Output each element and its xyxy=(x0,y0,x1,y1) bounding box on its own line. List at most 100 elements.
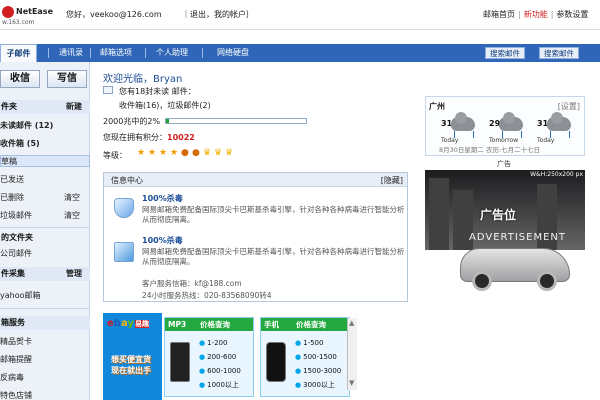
tab-mail-options[interactable]: 邮箱选项 xyxy=(94,44,138,62)
tab-mail[interactable]: 子邮件 xyxy=(0,44,37,62)
folder-unread-summary[interactable]: 收件箱(16)，垃圾邮件(2) xyxy=(119,100,211,111)
mp3-price-query[interactable]: 价格查询 xyxy=(200,318,230,331)
phone-price-range[interactable]: 500-1500 xyxy=(295,352,347,362)
weather-date: 8月30日星期二 农历:七月二十七日 xyxy=(439,146,541,154)
left-sidebar: 收信 写信 件夹 新建 未读邮件 (12) 收件箱 (5) 草稿 已发送 已删除… xyxy=(0,62,90,400)
compose-mail-button[interactable]: 写信 xyxy=(47,70,87,88)
trophy-icon: ♛ xyxy=(203,148,212,158)
info-center-header: 信息中心 [隐藏] xyxy=(104,173,407,187)
info-center-title: 信息中心 xyxy=(111,176,143,185)
sidebar-item-sent[interactable]: 已发送 xyxy=(0,174,90,186)
weather-city: 广州 xyxy=(429,102,445,111)
scroll-down-icon[interactable]: ▼ xyxy=(349,380,357,388)
tab-contacts[interactable]: 通讯录 xyxy=(52,44,90,62)
new-folder-button[interactable]: 新建 xyxy=(66,100,82,114)
sidebar-divider xyxy=(0,227,90,228)
trophy-icon: ♛ xyxy=(214,148,223,158)
info-center: 信息中心 [隐藏] 100%杀毒 网易邮箱免费配备国际顶尖卡巴斯基杀毒引擎，针对… xyxy=(103,172,408,302)
car-wheel xyxy=(537,271,557,291)
sidebar-item-mail-reminder[interactable]: 邮箱提醒 xyxy=(0,354,90,366)
antivirus-title[interactable]: 100%杀毒 xyxy=(142,193,183,204)
car-wheel xyxy=(472,271,492,291)
trophy-icon: ♛ xyxy=(225,148,234,158)
advertisement-banner[interactable]: W&H:250x200 px 广告位 ADVERTISEMENT xyxy=(425,170,585,300)
sidebar-item-company-mail[interactable]: 公司邮件 xyxy=(0,248,90,260)
mail-icon xyxy=(103,86,113,94)
top-header: NetEase w.163.com 您好，veekoo@126.com ｜退出，… xyxy=(0,0,600,30)
logout-account-links[interactable]: ｜退出，我的帐户｝ xyxy=(182,9,254,20)
mp3-price-range[interactable]: 600-1000 xyxy=(199,366,251,376)
nav-divider xyxy=(48,48,49,58)
star-icon: ★ xyxy=(159,148,168,158)
unread-mail-summary[interactable]: 您有18封未读 邮件： xyxy=(119,86,196,97)
mail-home-link[interactable]: 邮箱首页 xyxy=(483,10,515,19)
deleted-folder-label: 已删除 xyxy=(0,193,24,202)
sidebar-item-drafts[interactable]: 草稿 xyxy=(0,155,90,167)
empty-deleted-button[interactable]: 清空 xyxy=(64,192,80,204)
points-value: 10022 xyxy=(167,133,195,142)
star-icon: ★ xyxy=(137,148,146,158)
ebay-letter: b xyxy=(113,318,121,329)
price-query-promotions: ebay易趣 想买便宜货 现在就出手 MP3 价格查询 1-200 200-60… xyxy=(103,313,350,400)
netease-logo-icon xyxy=(2,6,14,18)
antivirus-title[interactable]: 100%杀毒 xyxy=(142,235,183,246)
weather-day: 29° Tomorrow xyxy=(489,112,524,147)
welcome-title: 欢迎光临，Bryan xyxy=(103,74,183,85)
sidebar-item-antivirus[interactable]: 反病毒 xyxy=(0,372,90,384)
main-navigation: 子邮件 通讯录 邮箱选项 个人助理 网络硬盘 搜索邮件 搜索邮件 xyxy=(0,44,600,62)
ad-headline: 广告位 xyxy=(480,208,517,222)
sidebar-item-deleted[interactable]: 已删除 清空 xyxy=(0,192,90,204)
weather-settings-link[interactable]: [设置] xyxy=(558,101,580,112)
receive-mail-button[interactable]: 收信 xyxy=(0,70,40,88)
ad-title: 广告 xyxy=(497,160,511,168)
netease-logo[interactable]: NetEase w.163.com xyxy=(2,4,58,26)
mp3-title: MP3 xyxy=(168,320,187,329)
user-greeting: 您好，veekoo@126.com xyxy=(66,10,162,19)
sidebar-item-unread[interactable]: 未读邮件 (12) xyxy=(0,120,90,132)
empty-spam-button[interactable]: 清空 xyxy=(64,210,80,222)
ebay-letter: y xyxy=(127,318,134,329)
mp3-price-range[interactable]: 1-200 xyxy=(199,338,251,348)
phone-title: 手机 xyxy=(264,320,279,329)
hide-info-button[interactable]: [隐藏] xyxy=(381,175,403,186)
ebay-slogan-line: 现在就出手 xyxy=(111,366,151,375)
points-line: 您现在拥有积分：10022 xyxy=(103,132,195,143)
mail-folders-title: 件夹 新建 xyxy=(0,100,90,114)
phone-price-query[interactable]: 价格查询 xyxy=(296,318,326,331)
ebay-chinese-label: 易趣 xyxy=(134,320,149,328)
ebay-promo[interactable]: ebay易趣 想买便宜货 现在就出手 xyxy=(103,313,162,400)
sidebar-item-featured-shops[interactable]: 特色店铺 xyxy=(0,390,90,400)
sidebar-item-inbox[interactable]: 收件箱 (5) xyxy=(0,138,90,150)
building-silhouette xyxy=(429,178,449,250)
new-features-link[interactable]: 新功能 xyxy=(524,10,548,19)
sidebar-item-spam[interactable]: 垃圾邮件 清空 xyxy=(0,210,90,222)
tab-personal-assistant[interactable]: 个人助理 xyxy=(150,44,194,62)
phone-price-range[interactable]: 3000以上 xyxy=(295,380,347,390)
settings-link[interactable]: 参数设置 xyxy=(556,10,588,19)
mail-folders-label: 件夹 xyxy=(1,102,17,111)
phone-price-panel: 手机 价格查询 1-500 500-1500 1500-3000 3000以上 xyxy=(260,317,350,397)
mp3-price-range[interactable]: 1000以上 xyxy=(199,380,251,390)
scroll-up-icon[interactable]: ▲ xyxy=(349,320,357,328)
customer-service-email[interactable]: 客户服务信箱：kf@188.com xyxy=(142,278,242,289)
weather-panel: 广州 [设置] 31° Today 29° Tomorrow 31° Today… xyxy=(425,96,585,156)
mp3-price-range[interactable]: 200-600 xyxy=(199,352,251,362)
sidebar-item-yahoo-mail[interactable]: yahoo邮箱 xyxy=(0,290,90,302)
storage-progress-fill xyxy=(166,119,169,123)
ebay-logo: ebay易趣 xyxy=(107,318,149,329)
weather-day-label: Today xyxy=(441,137,459,144)
search-mail-button[interactable]: 搜索邮件 xyxy=(539,47,579,59)
weather-day: 31° Today xyxy=(537,112,572,147)
customer-service-phone: 24小时服务热线：020-83568090转4 xyxy=(142,291,272,300)
sidebar-item-greeting-cards[interactable]: 精品贺卡 xyxy=(0,336,90,348)
rain-cloud-icon xyxy=(451,112,475,131)
manage-external-button[interactable]: 管理 xyxy=(66,267,82,281)
tab-network-disk[interactable]: 网络硬盘 xyxy=(207,44,259,62)
phone-price-range[interactable]: 1-500 xyxy=(295,338,347,348)
phone-price-range[interactable]: 1500-3000 xyxy=(295,366,347,376)
search-mail-button[interactable]: 搜索邮件 xyxy=(485,47,525,59)
promo-scrollbar[interactable]: ▲ ▼ xyxy=(347,318,357,390)
nav-divider xyxy=(202,48,203,58)
antivirus-description: 网易邮箱免费配备国际顶尖卡巴斯基杀毒引擎，针对各种各种病毒进行智能分析从而彻底隔… xyxy=(142,205,405,224)
nav-divider xyxy=(90,48,91,58)
